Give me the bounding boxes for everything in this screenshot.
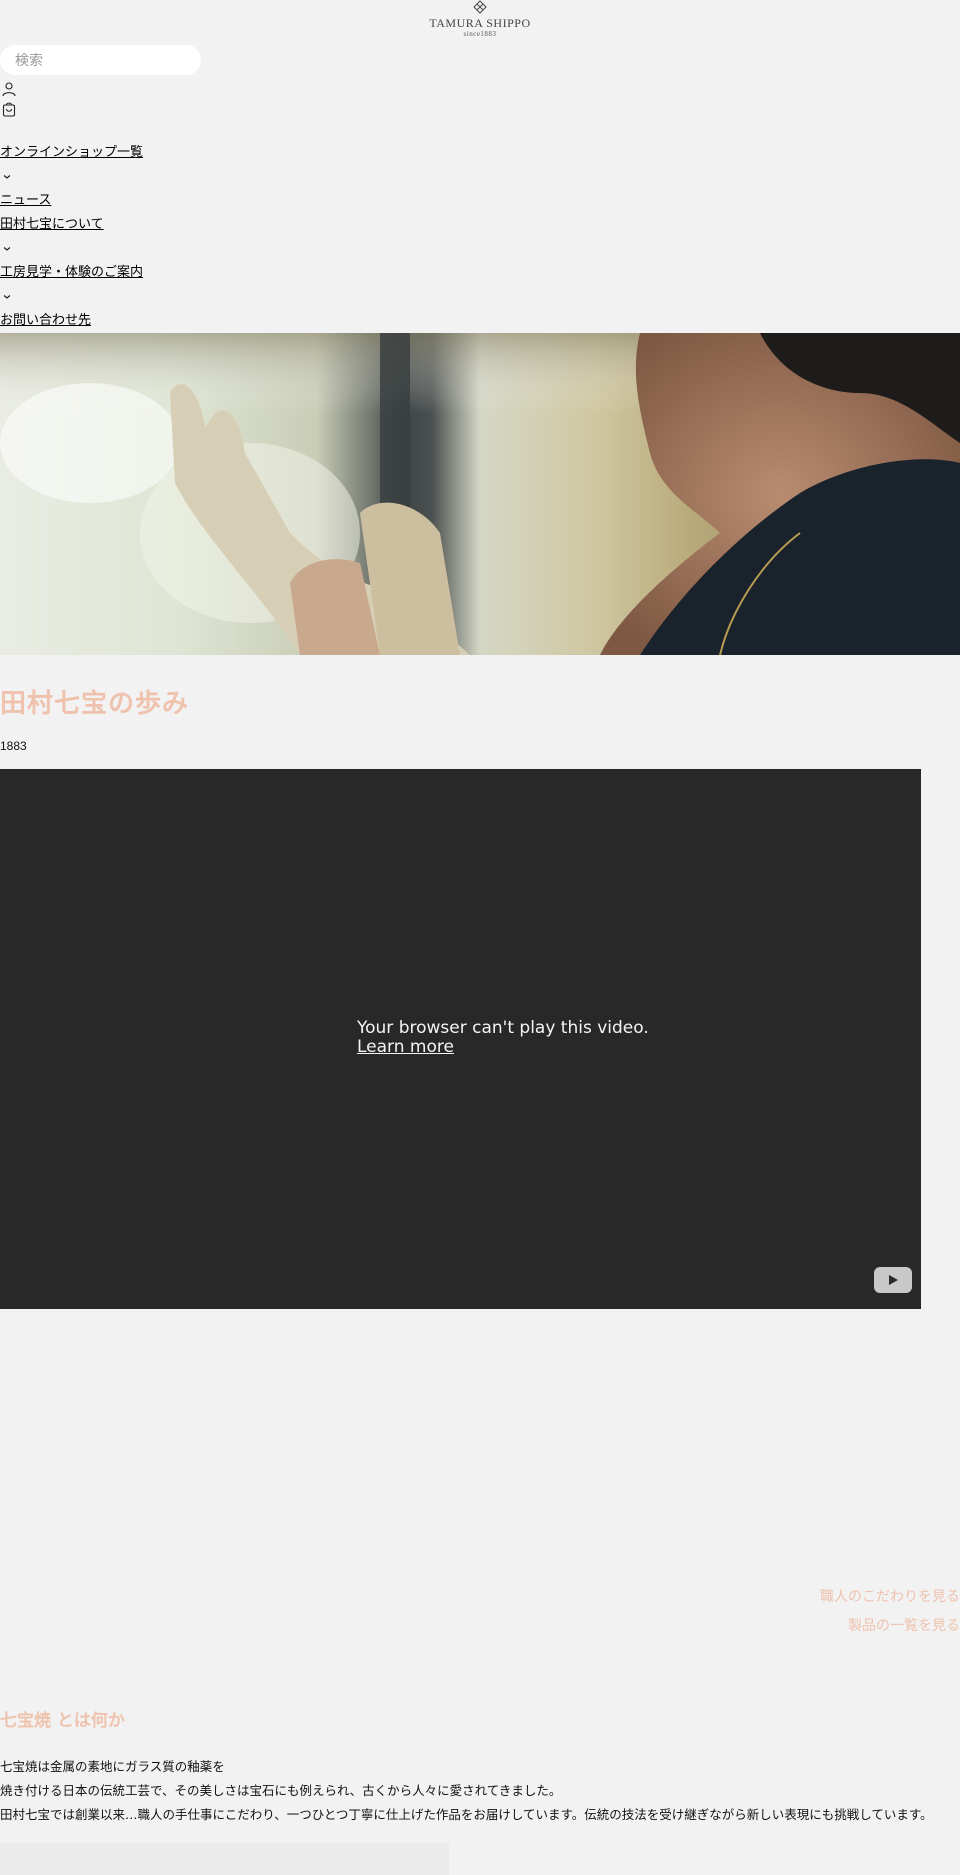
user-icon xyxy=(2,81,16,96)
brand-name: TAMURA SHIPPO xyxy=(429,16,531,30)
diamond-logo-icon xyxy=(473,0,487,14)
video-player[interactable]: Your browser can't play this video. Lear… xyxy=(0,769,921,1309)
account-button[interactable] xyxy=(0,80,18,98)
brand-since: since1883 xyxy=(463,30,497,38)
search-input[interactable] xyxy=(0,45,201,75)
video-error-text: Your browser can't play this video. xyxy=(357,1018,649,1038)
youtube-button[interactable] xyxy=(874,1267,912,1293)
nav-item-news[interactable]: ニュース xyxy=(0,193,51,209)
section-paragraph: 焼き付ける日本の伝統工芸で、その美しさは宝石にも例えられ、古くから人々に愛されて… xyxy=(0,1783,562,1798)
section-paragraph: 田村七宝では創業以来…職人の手仕事にこだわり、一つひとつ丁寧に仕上げた作品をお届… xyxy=(0,1807,933,1822)
nav-item-about[interactable]: 田村七宝について xyxy=(0,217,104,233)
section-paragraph: 七宝焼は金属の素地にガラス質の釉薬を xyxy=(0,1759,225,1774)
youtube-play-icon xyxy=(889,1275,898,1285)
chevron-down-icon[interactable] xyxy=(2,293,12,301)
learn-more-link[interactable]: Learn more xyxy=(357,1038,454,1057)
shopping-bag-icon xyxy=(2,102,16,117)
nav-item-online-shop[interactable]: オンラインショップ一覧 xyxy=(0,145,143,161)
side-link-products[interactable]: 製品の一覧を見る xyxy=(848,1615,960,1635)
side-link-craftsmanship[interactable]: 職人のこだわりを見る xyxy=(820,1586,960,1606)
content-card xyxy=(0,1843,449,1875)
hero-photo xyxy=(0,333,960,655)
section-title: 七宝焼 とは何か xyxy=(0,1711,125,1731)
page-title: 田村七宝の歩み xyxy=(0,689,190,719)
hero-image xyxy=(0,333,960,655)
nav-item-contact[interactable]: お問い合わせ先 xyxy=(0,313,91,329)
chevron-down-icon[interactable] xyxy=(2,173,12,181)
brand-logo[interactable]: TAMURA SHIPPO since1883 xyxy=(427,0,533,42)
video-error-message: Your browser can't play this video. Lear… xyxy=(357,1019,649,1057)
cart-button[interactable] xyxy=(0,100,18,118)
nav-item-workshop[interactable]: 工房見学・体験のご案内 xyxy=(0,265,143,281)
chevron-down-icon[interactable] xyxy=(2,245,12,253)
founded-year: 1883 xyxy=(0,739,27,753)
